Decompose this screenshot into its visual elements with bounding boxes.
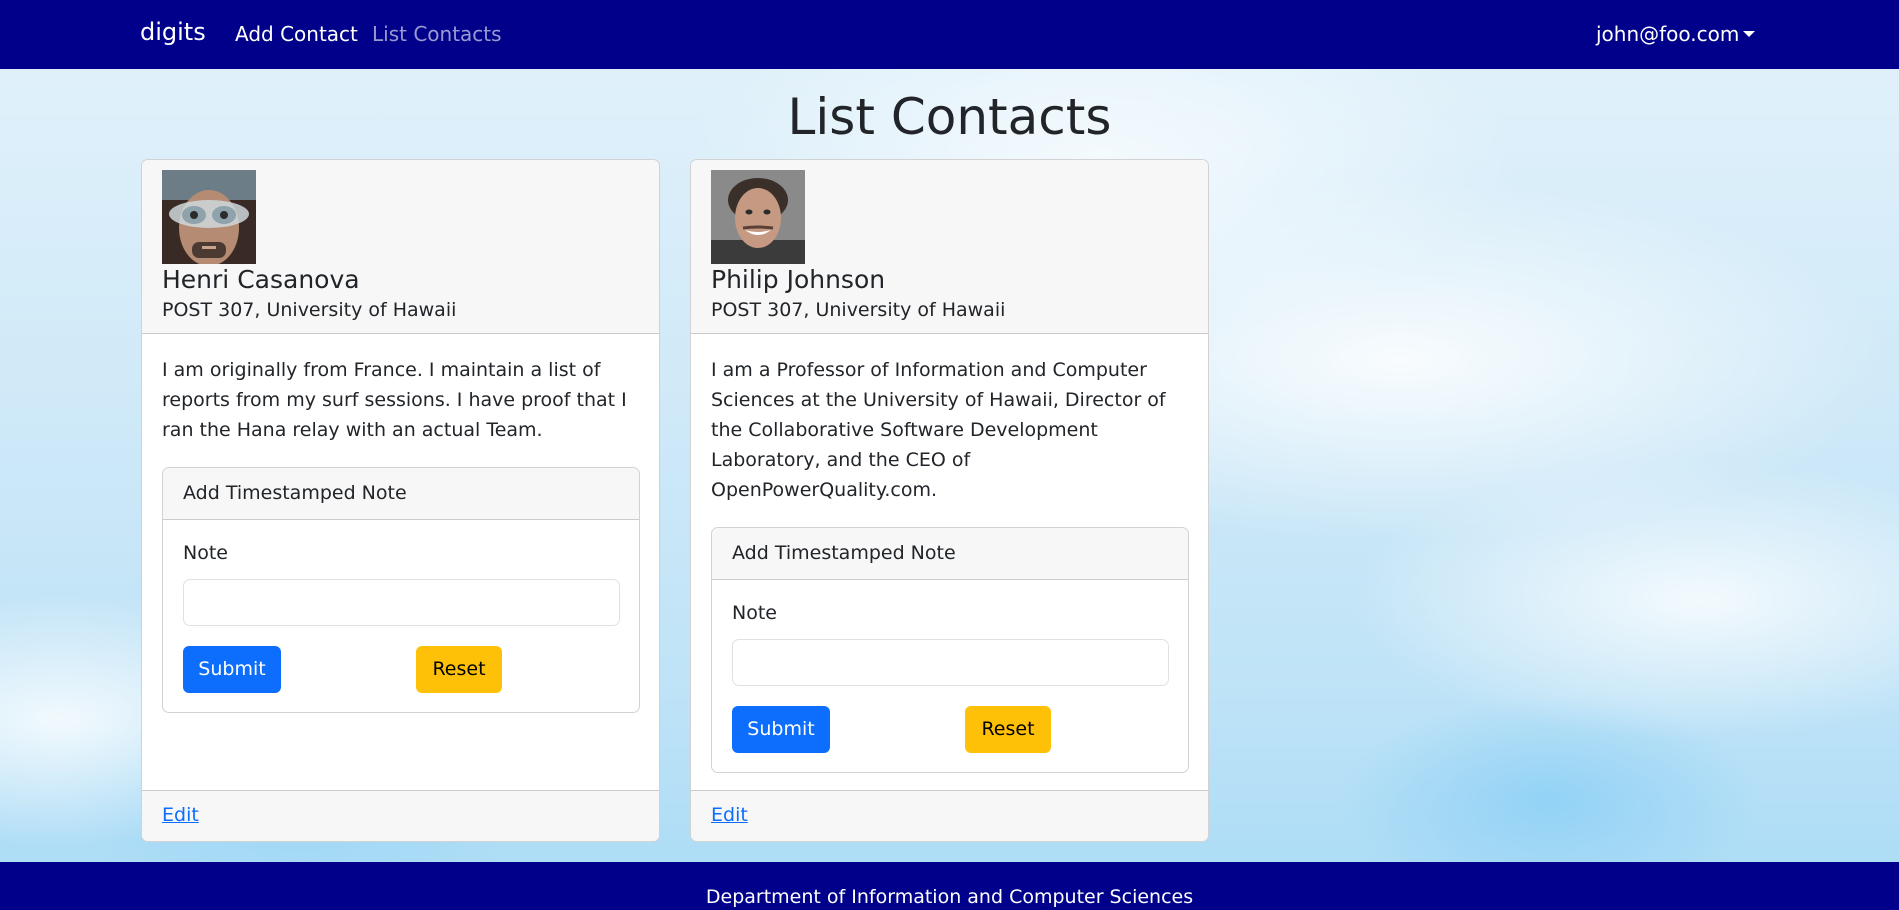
edit-link[interactable]: Edit (162, 804, 199, 826)
contact-photo (711, 170, 805, 264)
note-form-header: Add Timestamped Note (163, 468, 639, 520)
note-form: Add Timestamped Note Note Submit Reset (162, 467, 640, 713)
reset-button[interactable]: Reset (416, 646, 502, 693)
note-label: Note (732, 602, 777, 624)
card-body: I am originally from France. I maintain … (162, 355, 640, 713)
note-form: Add Timestamped Note Note Submit Reset (711, 527, 1189, 773)
note-input[interactable] (183, 579, 620, 626)
contact-photo (162, 170, 256, 264)
card-header: Henri Casanova POST 307, University of H… (142, 160, 659, 334)
contact-description: I am originally from France. I maintain … (162, 359, 627, 441)
footer-text: Department of Information and Computer S… (705, 886, 1194, 908)
edit-link[interactable]: Edit (711, 804, 748, 826)
card-footer: Edit (691, 790, 1208, 841)
card-footer: Edit (142, 790, 659, 841)
card-header: Philip Johnson POST 307, University of H… (691, 160, 1208, 334)
contact-name: Henri Casanova (162, 265, 360, 294)
contact-description: I am a Professor of Information and Comp… (711, 359, 1166, 501)
contact-address: POST 307, University of Hawaii (162, 299, 457, 321)
contact-card: Philip Johnson POST 307, University of H… (690, 159, 1209, 842)
caret-down-icon (1743, 31, 1756, 37)
page-title: List Contacts (787, 88, 1112, 146)
user-email: john@foo.com (1596, 22, 1740, 46)
footer: Department of Information and Computer S… (0, 862, 1899, 910)
note-input[interactable] (732, 639, 1169, 686)
contact-name: Philip Johnson (711, 265, 886, 294)
brand-link[interactable]: digits (140, 18, 206, 46)
note-form-header: Add Timestamped Note (712, 528, 1188, 580)
user-dropdown[interactable]: john@foo.com (1596, 22, 1756, 46)
contact-card: Henri Casanova POST 307, University of H… (141, 159, 660, 842)
navbar: digits Add Contact List Contacts john@fo… (0, 0, 1899, 69)
card-body: I am a Professor of Information and Comp… (711, 355, 1189, 773)
note-label: Note (183, 542, 228, 564)
contact-address: POST 307, University of Hawaii (711, 299, 1006, 321)
submit-button[interactable]: Submit (183, 646, 281, 693)
submit-button[interactable]: Submit (732, 706, 830, 753)
avatar (162, 170, 256, 264)
reset-button[interactable]: Reset (965, 706, 1051, 753)
avatar (711, 170, 805, 264)
nav-add-contact[interactable]: Add Contact (235, 22, 358, 46)
nav-list-contacts[interactable]: List Contacts (372, 22, 502, 46)
